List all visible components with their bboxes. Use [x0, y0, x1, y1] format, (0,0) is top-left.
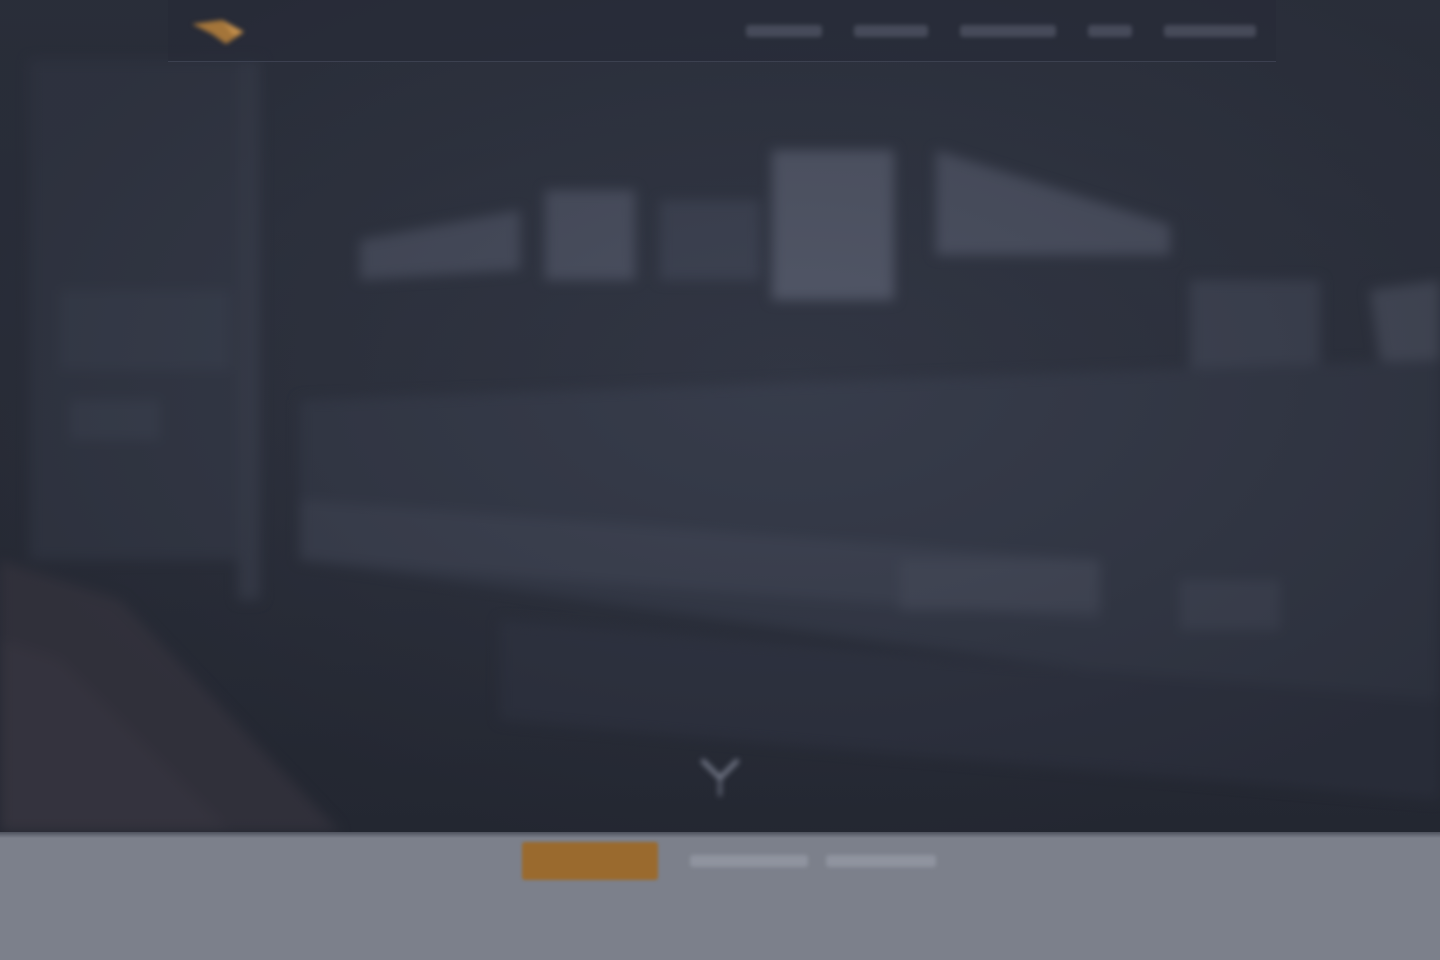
primary-cta-button[interactable]: [522, 842, 658, 880]
lower-section: [0, 832, 1440, 960]
main-menu: [746, 0, 1256, 62]
nav-item-1[interactable]: [746, 25, 822, 37]
nav-item-3[interactable]: [960, 25, 1056, 37]
secondary-link-1[interactable]: [690, 855, 808, 867]
nav-item-5[interactable]: [1164, 25, 1256, 37]
hero-background-image: [0, 60, 1440, 832]
nav-item-2[interactable]: [854, 25, 928, 37]
secondary-link-2[interactable]: [826, 855, 936, 867]
top-navigation-bar: [168, 0, 1276, 62]
brand-logo-icon[interactable]: [182, 10, 262, 50]
nav-item-4[interactable]: [1088, 25, 1132, 37]
scroll-down-icon[interactable]: [690, 744, 750, 804]
hero-section: [0, 0, 1440, 832]
